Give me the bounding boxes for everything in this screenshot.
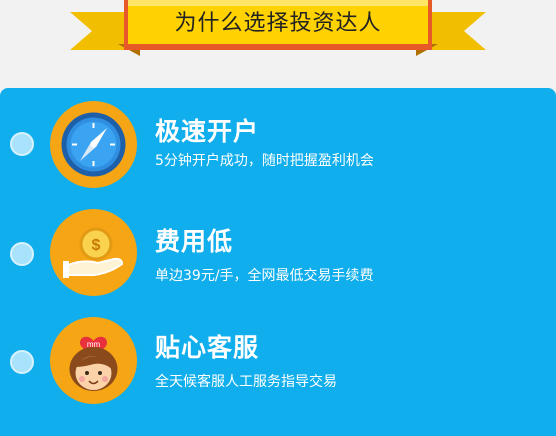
feature-title: 费用低 (155, 227, 234, 256)
coin-hand-icon: $ (50, 209, 137, 296)
service-agent-icon: mm (50, 317, 137, 404)
feature-description: 5分钟开户成功，随时把握盈利机会 (155, 153, 374, 169)
feature-title: 贴心客服 (155, 333, 260, 362)
bullet-dot (10, 350, 34, 374)
bullet-dot (10, 242, 34, 266)
features-panel: 极速开户 5分钟开户成功，随时把握盈利机会 $ 费用低 单边39元/手，全网最低… (0, 88, 556, 436)
stopwatch-icon (50, 101, 137, 188)
feature-description: 单边39元/手，全网最低交易手续费 (155, 268, 374, 284)
svg-text:$: $ (92, 237, 101, 254)
feature-title: 极速开户 (155, 117, 260, 146)
feature-description: 全天候客服人工服务指导交易 (155, 374, 337, 390)
bullet-dot (10, 132, 34, 156)
banner: 为什么选择投资达人 (0, 0, 556, 80)
banner-title: 为什么选择投资达人 (174, 11, 382, 36)
